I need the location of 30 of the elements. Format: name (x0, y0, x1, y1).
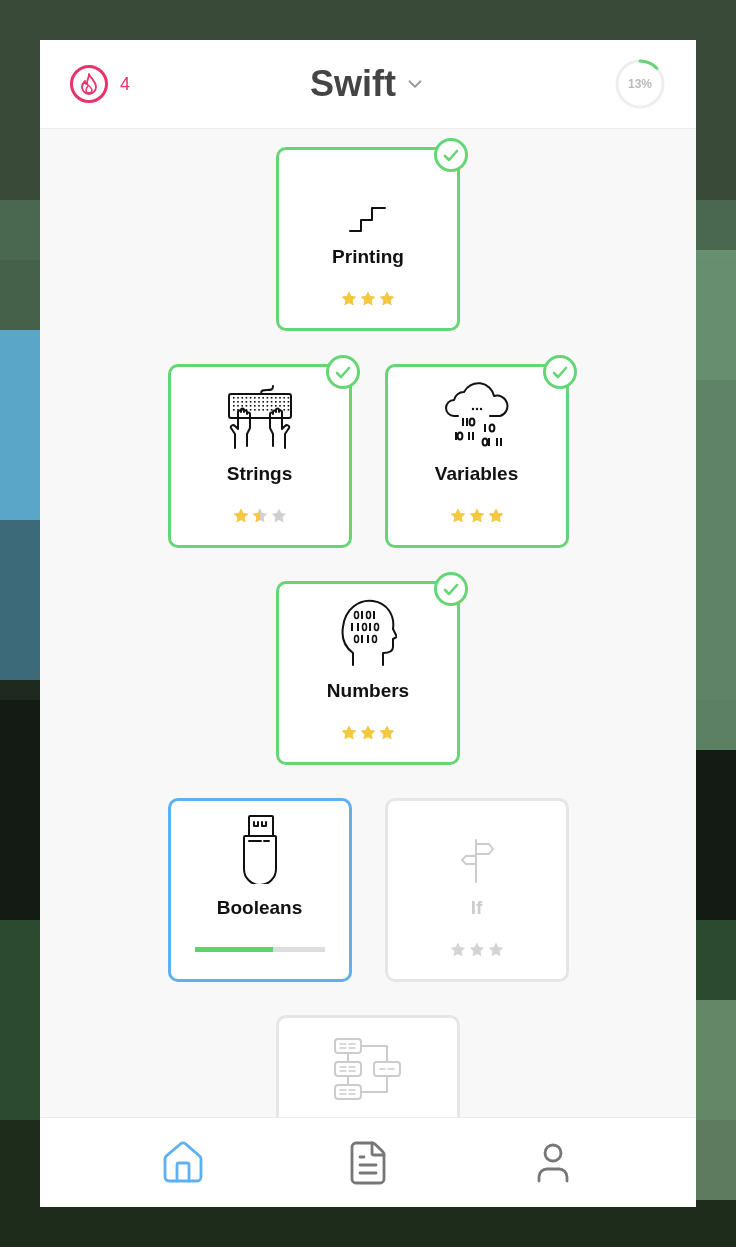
course-title[interactable]: Swift (310, 57, 396, 111)
flowchart-icon (333, 1037, 403, 1101)
stairs-icon (349, 205, 387, 233)
check-icon (551, 365, 568, 379)
check-icon (334, 365, 351, 379)
lesson-title: Strings (226, 462, 293, 486)
check-icon (443, 148, 459, 162)
progress-ring (614, 58, 666, 110)
star-icon (359, 724, 377, 742)
star-icon (378, 724, 396, 742)
lesson-card[interactable]: Variables (384, 364, 569, 548)
lesson-title: Variables (434, 462, 519, 486)
lesson-card[interactable]: Numbers (276, 581, 460, 765)
lesson-title: Printing (332, 245, 404, 269)
keyboard-hands-icon (226, 382, 293, 450)
star-icon (340, 724, 358, 742)
flame-icon[interactable] (70, 65, 108, 103)
lesson-card[interactable]: Booleans (167, 798, 352, 982)
head-binary-icon (339, 597, 397, 667)
star-icon (378, 290, 396, 308)
star-icon (340, 290, 358, 308)
streak-count: 4 (120, 72, 130, 96)
signpost-icon (459, 838, 494, 884)
lesson-card[interactable]: Strings (167, 364, 352, 548)
progress-percent: 13% (628, 76, 652, 93)
lesson-title: Numbers (326, 679, 410, 703)
lesson-card[interactable]: Printing (276, 147, 460, 331)
lesson-title: Booleans (216, 896, 303, 920)
check-icon (443, 582, 459, 596)
star-icon (359, 290, 377, 308)
